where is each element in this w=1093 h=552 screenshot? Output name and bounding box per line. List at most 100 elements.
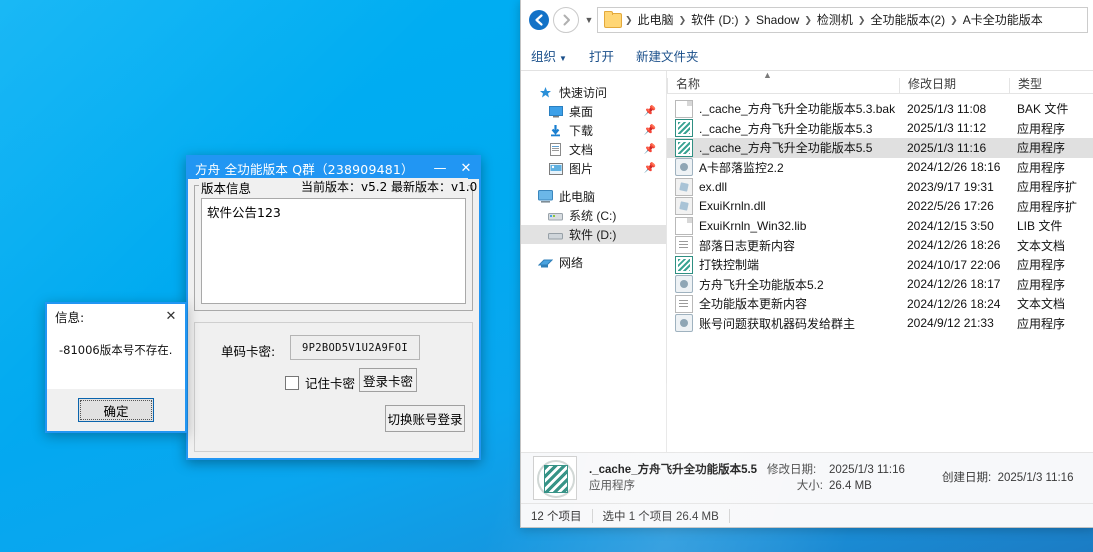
file-type-cell: 应用程序 (1009, 256, 1093, 273)
close-icon[interactable]: ✕ (161, 309, 181, 324)
breadcrumb-separator: ❯ (803, 15, 813, 26)
status-bar: 12 个项目 选中 1 个项目 26.4 MB (521, 503, 1093, 527)
table-row[interactable]: ._cache_方舟飞升全功能版本5.3.bak2025/1/3 11:08BA… (667, 99, 1093, 119)
command-bar: 组织▼ 打开 新建文件夹 (521, 40, 1093, 71)
file-name-label: 部落日志更新内容 (699, 237, 795, 254)
table-row[interactable]: ._cache_方舟飞升全功能版本5.52025/1/3 11:16应用程序 (667, 138, 1093, 158)
sidebar-item-documents[interactable]: 文档 📌 (521, 140, 666, 159)
pin-icon[interactable]: 📌 (644, 106, 656, 117)
download-icon (547, 124, 564, 137)
file-name-cell: 打铁控制端 (667, 256, 899, 274)
file-type-cell: 应用程序 (1009, 139, 1093, 156)
pictures-icon (547, 163, 564, 175)
file-name-cell: 部落日志更新内容 (667, 236, 899, 254)
sidebar-item-quick-access[interactable]: 快速访问 (521, 83, 666, 102)
toolbar-open-button[interactable]: 打开 (589, 46, 614, 65)
column-header-type[interactable]: 类型 (1009, 78, 1093, 93)
column-header-date[interactable]: 修改日期 (899, 78, 1009, 93)
file-type-cell: 应用程序扩 (1009, 178, 1093, 195)
remember-key-checkbox-row[interactable]: 记住卡密 (285, 373, 355, 392)
breadcrumb-item-1[interactable]: 软件 (D:) (687, 9, 742, 31)
text-file-icon (675, 295, 693, 313)
table-row[interactable]: 部落日志更新内容 2024/12/26 18:26文本文档 (667, 236, 1093, 256)
file-date-cell: 2024/12/26 18:26 (899, 238, 1009, 252)
pin-icon[interactable]: 📌 (644, 163, 656, 174)
breadcrumb-item-0[interactable]: 此电脑 (634, 9, 678, 31)
sidebar-item-desktop[interactable]: 桌面 📌 (521, 102, 666, 121)
network-icon (537, 256, 554, 269)
drive-icon (547, 229, 564, 240)
dll-icon (675, 178, 693, 196)
sidebar-item-system-c[interactable]: 系统 (C:) (521, 206, 666, 225)
file-list-pane: ▲ 名称 修改日期 类型 ._cache_方舟飞升全功能版本5.3.bak202… (667, 71, 1093, 452)
app-teal-icon (675, 119, 693, 137)
file-name-label: A卡部落监控2.2 (699, 159, 784, 176)
ok-button[interactable]: 确定 (78, 398, 154, 422)
table-row[interactable]: ._cache_方舟飞升全功能版本5.32025/1/3 11:12应用程序 (667, 119, 1093, 139)
minimize-icon[interactable]: — (427, 157, 453, 179)
blank-file-icon (675, 100, 693, 118)
file-date-cell: 2023/9/17 19:31 (899, 180, 1009, 194)
sidebar-item-label: 图片 (569, 160, 593, 177)
close-icon[interactable]: ✕ (453, 157, 479, 179)
file-type-cell: 文本文档 (1009, 295, 1093, 312)
application-window: 方舟 全功能版本 Q群（238909481） — ✕ 版本信息 当前版本：v5.… (186, 155, 481, 460)
breadcrumb-item-2[interactable]: Shadow (752, 9, 803, 31)
file-date-cell: 2024/12/15 3:50 (899, 219, 1009, 233)
table-row[interactable]: A卡部落监控2.22024/12/26 18:16应用程序 (667, 158, 1093, 178)
file-name-label: ._cache_方舟飞升全功能版本5.3.bak (699, 100, 895, 117)
toolbar-organize-button[interactable]: 组织▼ (531, 46, 567, 65)
sidebar-item-pictures[interactable]: 图片 📌 (521, 159, 666, 178)
dialog-title-bar: 信息: ✕ (47, 304, 185, 328)
file-type-cell: 应用程序 (1009, 159, 1093, 176)
chevron-down-icon[interactable]: ▼ (581, 8, 597, 32)
file-preview-icon (533, 456, 577, 500)
announcement-text: 软件公告123 (207, 205, 281, 220)
announcement-textarea[interactable]: 软件公告123 (201, 198, 466, 304)
version-panel-title: 版本信息 (201, 178, 251, 197)
message-dialog: 信息: ✕ -81006版本号不存在. 确定 (45, 302, 187, 433)
sidebar-item-network[interactable]: 网络 (521, 253, 666, 272)
details-modified-value: 2025/1/3 11:16 (829, 462, 905, 478)
table-row[interactable]: ExuiKrnln_Win32.lib2024/12/15 3:50LIB 文件 (667, 216, 1093, 236)
sidebar-item-label: 此电脑 (559, 188, 595, 205)
back-arrow-icon[interactable] (527, 8, 551, 32)
breadcrumb-item-3[interactable]: 检测机 (813, 9, 857, 31)
star-icon (537, 86, 554, 99)
breadcrumb-item-5[interactable]: A卡全功能版本 (959, 9, 1047, 31)
details-file-name: ._cache_方舟飞升全功能版本5.5 (589, 462, 767, 478)
breadcrumb-separator: ❯ (857, 15, 867, 26)
login-button[interactable]: 登录卡密 (359, 368, 417, 392)
pin-icon[interactable]: 📌 (644, 144, 656, 155)
file-type-cell: 文本文档 (1009, 237, 1093, 254)
folder-icon (604, 13, 622, 28)
forward-arrow-icon[interactable] (553, 7, 579, 33)
sidebar-spacer (521, 244, 666, 253)
file-name-label: 打铁控制端 (699, 256, 759, 273)
details-created-value: 2025/1/3 11:16 (998, 472, 1074, 484)
table-row[interactable]: 账号问题获取机器码发给群主2024/9/12 21:33应用程序 (667, 314, 1093, 334)
app-title-bar: 方舟 全功能版本 Q群（238909481） — ✕ (188, 157, 479, 179)
card-key-input[interactable]: 9P2BOD5V1U2A9FOI (290, 335, 420, 360)
app-window-title: 方舟 全功能版本 Q群（238909481） (195, 159, 427, 178)
breadcrumb-item-4[interactable]: 全功能版本(2) (866, 9, 949, 31)
table-row[interactable]: 全功能版本更新内容2024/12/26 18:24文本文档 (667, 294, 1093, 314)
sidebar-item-software-d[interactable]: 软件 (D:) (521, 225, 666, 244)
sidebar-item-downloads[interactable]: 下载 📌 (521, 121, 666, 140)
pin-icon[interactable]: 📌 (644, 125, 656, 136)
file-rows: ._cache_方舟飞升全功能版本5.3.bak2025/1/3 11:08BA… (667, 94, 1093, 452)
toolbar-new-folder-button[interactable]: 新建文件夹 (636, 46, 699, 65)
sidebar-item-this-pc[interactable]: 此电脑 (521, 187, 666, 206)
remember-key-checkbox[interactable] (285, 376, 299, 390)
table-row[interactable]: ExuiKrnln.dll2022/5/26 17:26应用程序扩 (667, 197, 1093, 217)
sidebar-item-label: 桌面 (569, 103, 593, 120)
column-header-name[interactable]: 名称 (667, 78, 899, 93)
table-row[interactable]: 方舟飞升全功能版本5.22024/12/26 18:17应用程序 (667, 275, 1093, 295)
table-row[interactable]: 打铁控制端2024/10/17 22:06应用程序 (667, 255, 1093, 275)
switch-account-button[interactable]: 切换账号登录 (385, 405, 465, 432)
breadcrumb[interactable]: ❯ 此电脑 ❯ 软件 (D:) ❯ Shadow ❯ 检测机 ❯ 全功能版本(2… (597, 7, 1088, 33)
table-row[interactable]: ex.dll2023/9/17 19:31应用程序扩 (667, 177, 1093, 197)
file-type-cell: 应用程序 (1009, 276, 1093, 293)
dll-icon (675, 197, 693, 215)
file-name-cell: ._cache_方舟飞升全功能版本5.5 (667, 139, 899, 157)
